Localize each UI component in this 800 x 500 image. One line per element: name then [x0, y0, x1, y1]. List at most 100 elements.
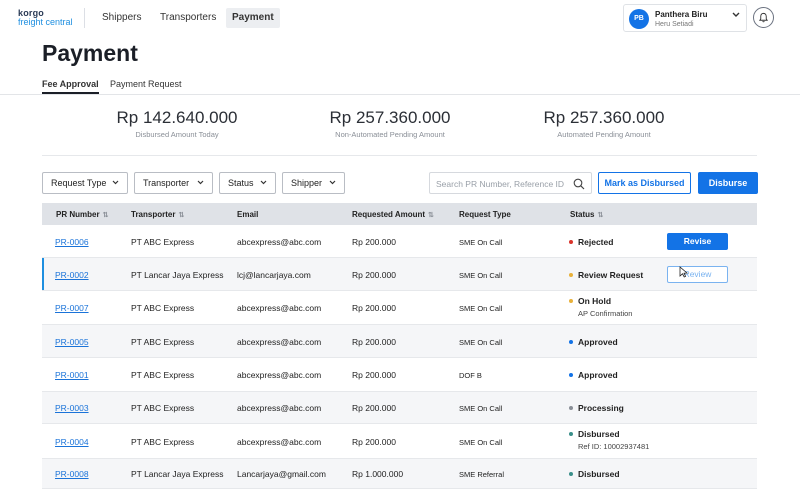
summary-automated-pending: Rp 257.360.000 Automated Pending Amount: [504, 108, 704, 139]
summary-amount: Rp 257.360.000: [543, 108, 665, 127]
table-row[interactable]: PR-0004 PT ABC Express abcexpress@abc.com R…: [42, 424, 757, 459]
amount-cell: Rp 200.000: [352, 437, 396, 447]
transporter-cell: PT ABC Express: [131, 337, 195, 347]
table-row[interactable]: PR-0005 PT ABC Express abcexpress@abc.com R…: [42, 325, 757, 358]
request-type-cell: SME Referral: [459, 470, 505, 479]
amount-cell: Rp 200.000: [352, 270, 396, 280]
table-row[interactable]: PR-0002 PT Lancar Jaya Express lcj@lancarj…: [42, 258, 757, 291]
user-company: Heru Setiadi: [655, 21, 694, 28]
request-type-cell: SME On Call: [459, 338, 503, 347]
status-badge: Rejected: [569, 237, 613, 247]
table-body: PR-0006 PT ABC Express abcexpress@abc.com R…: [42, 225, 757, 489]
review-button[interactable]: Review: [667, 266, 728, 283]
avatar: PB: [629, 9, 649, 29]
table-header: PR Number ⇅ Transporter ⇅ Email Requested …: [42, 203, 757, 225]
nav-shippers[interactable]: Shippers: [96, 8, 147, 28]
search-input[interactable]: [436, 176, 571, 191]
email-cell: abcexpress@abc.com: [237, 337, 322, 347]
header-pr-number[interactable]: PR Number ⇅: [56, 210, 108, 219]
transporter-cell: PT ABC Express: [131, 437, 195, 447]
status-label: Approved: [578, 337, 618, 347]
brand-logo[interactable]: korgo freight central: [18, 9, 73, 27]
status-dot: [569, 372, 573, 377]
amount-cell: Rp 200.000: [352, 403, 396, 413]
tabs-divider: [0, 94, 800, 95]
header-transporter[interactable]: Transporter ⇅: [131, 210, 184, 219]
disburse-button[interactable]: Disburse: [698, 172, 758, 194]
transporter-cell: PT ABC Express: [131, 370, 195, 380]
amount-cell: Rp 1.000.000: [352, 469, 404, 479]
search-box: [429, 172, 592, 194]
notification-button[interactable]: [753, 7, 774, 28]
status-dot: [569, 272, 573, 277]
summary-label: Disbursed Amount Today: [135, 130, 219, 139]
table-row[interactable]: PR-0003 PT ABC Express abcexpress@abc.com R…: [42, 392, 757, 424]
email-cell: abcexpress@abc.com: [237, 237, 322, 247]
tab-fee-approval[interactable]: Fee Approval: [42, 79, 99, 94]
status-badge: Approved: [569, 370, 618, 380]
email-cell: abcexpress@abc.com: [237, 403, 322, 413]
filter-label: Request Type: [51, 178, 107, 188]
filter-transporter[interactable]: Transporter: [134, 172, 213, 194]
transporter-cell: PT ABC Express: [131, 237, 195, 247]
nav-payment[interactable]: Payment: [226, 8, 280, 28]
request-type-cell: SME On Call: [459, 238, 503, 247]
status-badge: On Hold AP Confirmation: [569, 296, 632, 318]
transporter-cell: PT Lancar Jaya Express: [131, 270, 224, 280]
status-label: Disbursed: [578, 429, 620, 439]
user-name: Panthera Biru: [655, 10, 708, 19]
user-menu[interactable]: PB Panthera Biru Heru Setiadi: [623, 4, 747, 32]
table-row[interactable]: PR-0001 PT ABC Express abcexpress@abc.com R…: [42, 358, 757, 392]
filter-status[interactable]: Status: [219, 172, 276, 194]
transporter-cell: PT ABC Express: [131, 403, 195, 413]
pr-number-link[interactable]: PR-0008: [55, 469, 89, 479]
status-dot: [569, 239, 573, 244]
table-row[interactable]: PR-0008 PT Lancar Jaya Express Lancarjaya@…: [42, 459, 757, 489]
amount-cell: Rp 200.000: [352, 303, 396, 313]
request-type-cell: SME On Call: [459, 404, 503, 413]
pr-number-link[interactable]: PR-0003: [55, 403, 89, 413]
summary-label: Automated Pending Amount: [557, 130, 651, 139]
request-type-cell: SME On Call: [459, 304, 503, 313]
summary-divider: [42, 155, 757, 156]
chevron-down-icon: [732, 11, 740, 20]
pr-number-link[interactable]: PR-0005: [55, 337, 89, 347]
summary-non-automated-pending: Rp 257.360.000 Non-Automated Pending Amo…: [290, 108, 490, 139]
pr-number-link[interactable]: PR-0006: [55, 237, 89, 247]
filter-label: Status: [228, 178, 254, 188]
payment-table: PR Number ⇅ Transporter ⇅ Email Requested …: [42, 203, 757, 489]
sort-icon: ⇅: [178, 212, 185, 219]
table-row[interactable]: PR-0007 PT ABC Express abcexpress@abc.com R…: [42, 291, 757, 325]
revise-button[interactable]: Revise: [667, 233, 728, 250]
summary-label: Non-Automated Pending Amount: [335, 130, 445, 139]
summary-amount: Rp 142.640.000: [116, 108, 238, 127]
pr-number-link[interactable]: PR-0002: [55, 270, 89, 280]
table-row[interactable]: PR-0006 PT ABC Express abcexpress@abc.com R…: [42, 225, 757, 258]
pr-number-link[interactable]: PR-0004: [55, 437, 89, 447]
filter-request-type[interactable]: Request Type: [42, 172, 128, 194]
brand-line2: freight central: [18, 17, 73, 27]
status-label: Review Request: [578, 270, 644, 280]
status-label: Rejected: [578, 237, 614, 247]
nav-transporters[interactable]: Transporters: [154, 8, 222, 28]
sort-icon: ⇅: [102, 212, 109, 219]
pr-number-link[interactable]: PR-0007: [55, 303, 89, 313]
mark-as-disbursed-button[interactable]: Mark as Disbursed: [598, 172, 691, 194]
request-type-cell: SME On Call: [459, 438, 503, 447]
status-subtext: Ref ID: 10002937481: [578, 442, 650, 451]
mouse-cursor-icon: [679, 265, 689, 283]
bell-icon: [758, 12, 769, 23]
header-requested-amount[interactable]: Requested Amount ⇅: [352, 210, 434, 219]
header-email: Email: [237, 210, 259, 219]
status-badge: Processing: [569, 403, 624, 413]
summary-disbursed-today: Rp 142.640.000 Disbursed Amount Today: [77, 108, 277, 139]
header-status[interactable]: Status ⇅: [570, 210, 603, 219]
filter-shipper[interactable]: Shipper: [282, 172, 345, 194]
status-badge: Disbursed Ref ID: 10002937481: [569, 429, 649, 451]
search-icon[interactable]: [573, 177, 585, 195]
pr-number-link[interactable]: PR-0001: [55, 370, 89, 380]
request-type-cell: SME On Call: [459, 271, 503, 280]
tab-payment-request[interactable]: Payment Request: [110, 79, 182, 94]
nav-divider: [84, 8, 85, 28]
header-request-type: Request Type: [459, 210, 511, 219]
